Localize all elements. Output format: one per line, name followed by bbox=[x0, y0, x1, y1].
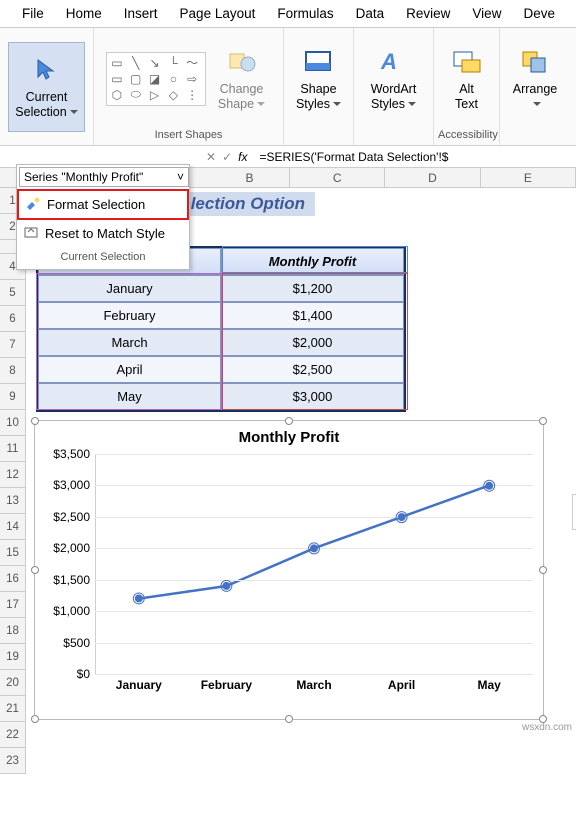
arrange-icon bbox=[521, 46, 549, 78]
ribbon: Current Selection ▭ ╲ ↘ └ 〜 ▭ ▢ ◪ ○ ⇨ ⬡ … bbox=[0, 28, 576, 146]
y-tick: $2,500 bbox=[35, 510, 90, 524]
table-cell[interactable]: March bbox=[38, 329, 221, 356]
resize-handle[interactable] bbox=[31, 417, 39, 425]
textbox-shape-icon[interactable]: ▭ bbox=[110, 56, 124, 70]
y-tick: $2,000 bbox=[35, 541, 90, 555]
chart-plot-area[interactable]: $3,500 $3,000 $2,500 $2,000 $1,500 $1,00… bbox=[95, 454, 533, 674]
x-tick: February bbox=[201, 678, 252, 692]
y-tick: $3,500 bbox=[35, 447, 90, 461]
row-headers: 1 2 4 5 6 7 8 9 10 11 12 13 14 15 16 17 … bbox=[0, 188, 26, 774]
tab-home[interactable]: Home bbox=[56, 0, 112, 27]
hexagon-shape-icon[interactable]: ⬡ bbox=[110, 88, 124, 102]
chevron-down-icon: ˅ bbox=[177, 170, 184, 184]
shape-styles-button[interactable]: Shape Styles bbox=[290, 34, 347, 124]
chart-title[interactable]: Monthly Profit bbox=[35, 421, 543, 450]
col-c[interactable]: C bbox=[290, 168, 385, 187]
alt-text-button[interactable]: Alt Text bbox=[446, 34, 488, 124]
worksheet-grid[interactable]: 1 2 4 5 6 7 8 9 10 11 12 13 14 15 16 17 … bbox=[0, 188, 576, 774]
line-shape-icon[interactable]: ╲ bbox=[129, 56, 143, 70]
chart-element-combo[interactable]: Series "Monthly Profit" ˅ bbox=[19, 167, 189, 187]
enter-formula-icon[interactable]: ✓ bbox=[222, 150, 232, 164]
snip-rect-shape-icon[interactable]: ◪ bbox=[148, 72, 162, 86]
selection-panel-footer: Current Selection bbox=[17, 247, 189, 269]
table-header-profit[interactable]: Monthly Profit bbox=[221, 248, 404, 275]
table-cell[interactable]: $1,200 bbox=[221, 275, 404, 302]
wordart-icon: A bbox=[379, 46, 409, 78]
table-cell[interactable]: $2,000 bbox=[221, 329, 404, 356]
tab-formulas[interactable]: Formulas bbox=[267, 0, 343, 27]
current-selection-dropdown: Series "Monthly Profit" ˅ Format Selecti… bbox=[16, 164, 190, 270]
reset-match-style-item[interactable]: Reset to Match Style bbox=[17, 220, 189, 247]
table-cell[interactable]: $3,000 bbox=[221, 383, 404, 410]
line-arrow-shape-icon[interactable]: ↘ bbox=[148, 56, 162, 70]
table-cell[interactable]: $1,400 bbox=[221, 302, 404, 329]
rounded-rect-shape-icon[interactable]: ▢ bbox=[129, 72, 143, 86]
tab-data[interactable]: Data bbox=[346, 0, 395, 27]
y-tick: $1,500 bbox=[35, 573, 90, 587]
table-cell[interactable]: January bbox=[38, 275, 221, 302]
shape-styles-icon bbox=[303, 46, 333, 78]
resize-handle[interactable] bbox=[285, 715, 293, 723]
y-tick: $3,000 bbox=[35, 478, 90, 492]
chevron-shape-icon[interactable]: ▷ bbox=[148, 88, 162, 102]
chart-legend-stub[interactable] bbox=[572, 494, 576, 530]
resize-handle[interactable] bbox=[285, 417, 293, 425]
rectangle-shape-icon[interactable]: ▭ bbox=[110, 72, 124, 86]
alt-text-icon bbox=[452, 46, 482, 78]
current-selection-button[interactable]: Current Selection bbox=[8, 42, 84, 132]
chart-markers[interactable] bbox=[95, 454, 533, 674]
x-tick: May bbox=[478, 678, 501, 692]
insert-shapes-group-label: Insert Shapes bbox=[98, 127, 279, 143]
tab-review[interactable]: Review bbox=[396, 0, 460, 27]
watermark: wsxdn.com bbox=[522, 722, 572, 733]
tab-developer[interactable]: Deve bbox=[513, 0, 565, 27]
x-tick: April bbox=[388, 678, 415, 692]
format-selection-icon bbox=[25, 195, 41, 214]
table-cell[interactable]: April bbox=[38, 356, 221, 383]
data-table: Month Monthly Profit January$1,200 Febru… bbox=[36, 246, 406, 412]
format-selection-item[interactable]: Format Selection bbox=[17, 189, 189, 220]
cancel-formula-icon[interactable]: ✕ bbox=[206, 150, 216, 164]
change-shape-icon bbox=[228, 46, 256, 78]
table-cell[interactable]: $2,500 bbox=[221, 356, 404, 383]
tab-file[interactable]: File bbox=[12, 0, 54, 27]
cylinder-shape-icon[interactable]: ⬭ bbox=[129, 88, 143, 102]
wordart-styles-button[interactable]: A WordArt Styles bbox=[365, 34, 423, 124]
accessibility-group-label: Accessibility bbox=[438, 127, 495, 143]
cursor-selection-icon bbox=[34, 54, 60, 86]
elbow-connector-icon[interactable]: └ bbox=[166, 56, 180, 70]
x-tick: January bbox=[116, 678, 162, 692]
svg-text:A: A bbox=[380, 49, 397, 74]
shapes-gallery[interactable]: ▭ ╲ ↘ └ 〜 ▭ ▢ ◪ ○ ⇨ ⬡ ⬭ ▷ ◇ ⋮ bbox=[106, 52, 206, 106]
chart[interactable]: Monthly Profit $3,500 $3,000 $2,500 $2,0… bbox=[34, 420, 544, 720]
tab-page-layout[interactable]: Page Layout bbox=[170, 0, 266, 27]
y-tick: $0 bbox=[35, 667, 90, 681]
formula-input[interactable]: =SERIES('Format Data Selection'!$ bbox=[253, 150, 576, 164]
tab-insert[interactable]: Insert bbox=[114, 0, 168, 27]
right-arrow-shape-icon[interactable]: ⇨ bbox=[185, 72, 199, 86]
x-tick: March bbox=[296, 678, 331, 692]
resize-handle[interactable] bbox=[539, 566, 547, 574]
ribbon-tabs: File Home Insert Page Layout Formulas Da… bbox=[0, 0, 576, 28]
reset-style-icon bbox=[23, 224, 39, 243]
ribbon-shape-icon[interactable]: ◇ bbox=[166, 88, 180, 102]
resize-handle[interactable] bbox=[31, 715, 39, 723]
oval-shape-icon[interactable]: ○ bbox=[166, 72, 180, 86]
tab-view[interactable]: View bbox=[462, 0, 511, 27]
col-b[interactable]: B bbox=[210, 168, 290, 187]
table-cell[interactable]: May bbox=[38, 383, 221, 410]
col-d[interactable]: D bbox=[385, 168, 480, 187]
table-cell[interactable]: February bbox=[38, 302, 221, 329]
col-e[interactable]: E bbox=[481, 168, 576, 187]
fx-icon[interactable]: fx bbox=[238, 150, 247, 164]
current-selection-label: Current Selection bbox=[15, 90, 77, 120]
y-tick: $1,000 bbox=[35, 604, 90, 618]
curve-connector-icon[interactable]: 〜 bbox=[185, 56, 199, 70]
change-shape-button[interactable]: Change Shape bbox=[212, 34, 271, 124]
y-tick: $500 bbox=[35, 636, 90, 650]
arrange-button[interactable]: Arrange bbox=[504, 34, 566, 124]
more-shapes-icon[interactable]: ⋮ bbox=[185, 88, 199, 102]
resize-handle[interactable] bbox=[539, 417, 547, 425]
